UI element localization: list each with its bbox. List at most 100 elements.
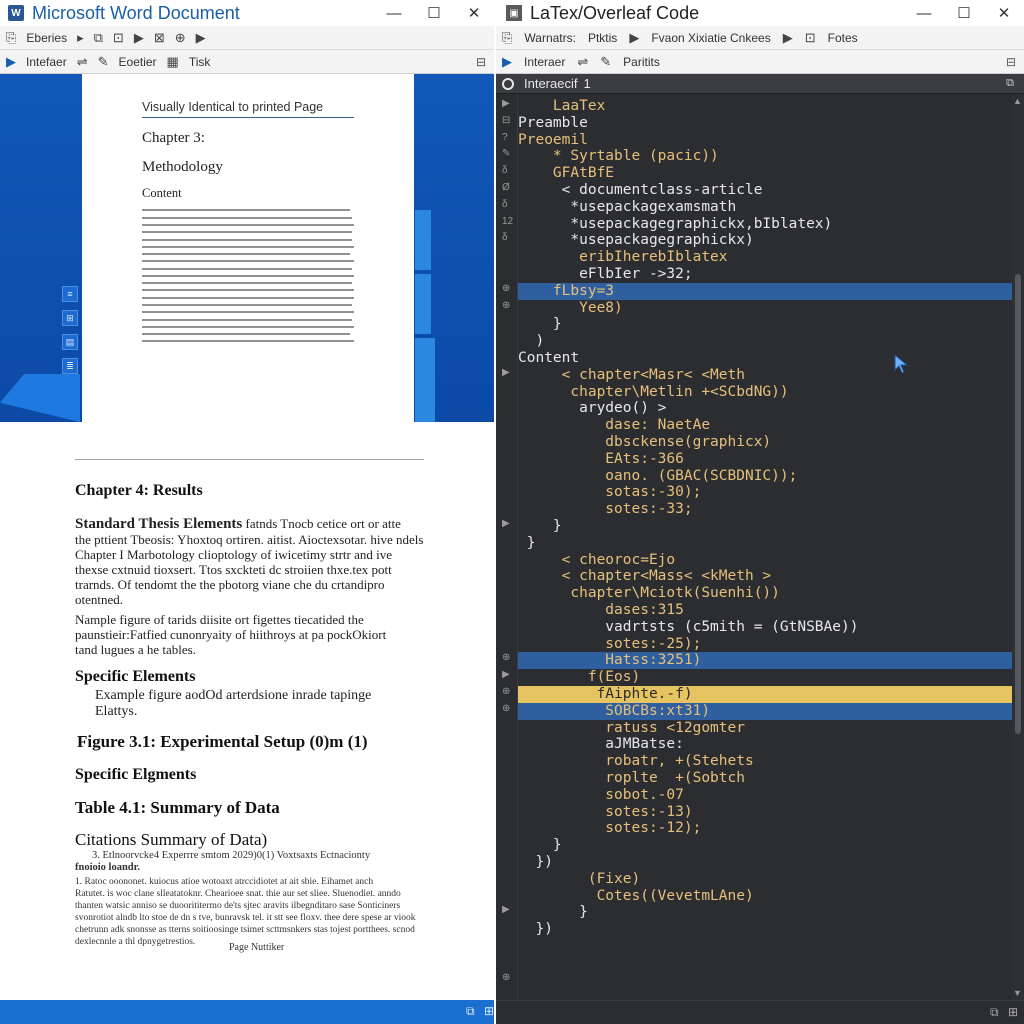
maximize-icon[interactable]: ☐ <box>944 0 984 26</box>
code-line[interactable]: fLbsy=3 <box>518 282 1012 300</box>
view-icon[interactable]: ⧉ <box>466 1004 475 1019</box>
run-icon[interactable]: ▶ <box>134 30 144 46</box>
document-icon[interactable]: ⎘ <box>6 30 16 46</box>
code-line[interactable]: eFlbIer ->32; <box>518 266 1012 283</box>
gutter-marker-icon[interactable]: δ <box>502 199 508 210</box>
code-line[interactable]: ) <box>518 333 1012 350</box>
play-icon[interactable]: ▶ <box>6 54 16 70</box>
code-line[interactable]: Cotes((VevetmLAne) <box>518 888 1012 905</box>
code-line[interactable]: }) <box>518 921 1012 938</box>
code-line[interactable]: < documentclass-article <box>518 182 1012 199</box>
nav-icon[interactable]: ≡ <box>62 286 78 302</box>
code-line[interactable]: Yee8) <box>518 300 1012 317</box>
code-line[interactable]: * Syrtable (pacic)) <box>518 148 1012 165</box>
document-icon[interactable]: ⎘ <box>502 30 512 46</box>
adjust-icon[interactable]: ⇌ <box>577 54 588 70</box>
code-line[interactable]: SOBCBs:xt31) <box>518 702 1012 720</box>
adjust-icon[interactable]: ⇌ <box>77 54 88 70</box>
code-line[interactable]: } <box>518 535 1012 552</box>
collapse-ribbon-icon[interactable]: ⊟ <box>1006 55 1016 69</box>
gutter-marker-icon[interactable]: ▶ <box>502 518 510 529</box>
word-toolbar2-label-3[interactable]: Tisk <box>189 55 211 69</box>
tab-label[interactable]: Interaecif <box>524 76 577 91</box>
gutter-marker-icon[interactable]: ⊕ <box>502 283 510 294</box>
code-line[interactable]: } <box>518 316 1012 333</box>
gutter-marker-icon[interactable]: ▶ <box>502 669 510 680</box>
code-line[interactable]: EAts:-366 <box>518 451 1012 468</box>
code-line[interactable]: chapter\Mciotk(Suenhi()) <box>518 585 1012 602</box>
code-line[interactable]: } <box>518 518 1012 535</box>
code-line[interactable]: (Fixe) <box>518 871 1012 888</box>
latex-toolbar-label-2[interactable]: Ptktis <box>588 31 617 45</box>
grid-icon[interactable]: ▦ <box>167 54 179 70</box>
globe-icon[interactable]: ⊕ <box>175 30 186 46</box>
code-line[interactable]: sobot.-07 <box>518 787 1012 804</box>
latex-toolbar-label-1[interactable]: Warnatrs: <box>524 31 576 45</box>
view-icon[interactable]: ⧉ <box>990 1005 999 1020</box>
close-icon[interactable]: ✕ <box>984 0 1024 26</box>
code-line[interactable]: Content <box>518 350 1012 367</box>
gutter-marker-icon[interactable]: ? <box>502 132 508 143</box>
code-line[interactable]: < cheoroc=Ejo <box>518 552 1012 569</box>
code-line[interactable]: robatr, +(Stehets <box>518 753 1012 770</box>
close-icon[interactable]: ✕ <box>454 0 494 26</box>
latex-toolbar2-label-2[interactable]: Paritits <box>623 55 660 69</box>
scroll-down-icon[interactable]: ▼ <box>1013 988 1022 998</box>
code-line[interactable]: } <box>518 837 1012 854</box>
minimize-icon[interactable]: — <box>374 0 414 26</box>
code-line[interactable]: sotes:-12); <box>518 820 1012 837</box>
code-line[interactable]: Preoemil <box>518 132 1012 149</box>
code-line[interactable]: *usepackagegraphickx,bIblatex) <box>518 216 1012 233</box>
vertical-scrollbar[interactable]: ▲ ▼ <box>1012 94 1024 1000</box>
play-icon[interactable]: ▶ <box>629 30 639 46</box>
expand-icon[interactable]: ⊞ <box>1008 1005 1018 1019</box>
gutter-marker-icon[interactable]: Ø <box>502 182 510 193</box>
code-line[interactable]: dases:315 <box>518 602 1012 619</box>
scrollbar-thumb[interactable] <box>1015 274 1021 734</box>
code-line[interactable]: } <box>518 904 1012 921</box>
code-line[interactable]: f(Eos) <box>518 669 1012 686</box>
maximize-icon[interactable]: ☐ <box>414 0 454 26</box>
code-line[interactable]: chapter\Metlin +<SCbdNG)) <box>518 384 1012 401</box>
copy-icon[interactable]: ⧉ <box>94 30 103 46</box>
next-icon[interactable]: ▶ <box>783 30 793 46</box>
code-line[interactable]: LaaTex <box>518 98 1012 115</box>
code-line[interactable]: vadrtsts (c5mith = (GtNSBAe)) <box>518 619 1012 636</box>
gutter-marker-icon[interactable]: 12 <box>502 216 513 227</box>
share-icon[interactable]: ⊠ <box>154 30 165 46</box>
gutter-marker-icon[interactable]: ⊕ <box>502 300 510 311</box>
word-toolbar2-label-2[interactable]: Eoetier <box>119 55 157 69</box>
gutter-marker-icon[interactable]: ▶ <box>502 904 510 915</box>
nav-icon[interactable]: ≣ <box>62 358 78 374</box>
code-line[interactable]: dbsckense(graphicx) <box>518 434 1012 451</box>
nav-icon[interactable]: ▤ <box>62 334 78 350</box>
code-line[interactable]: sotes:-25); <box>518 636 1012 653</box>
code-line[interactable]: < chapter<Masr< <Meth <box>518 367 1012 384</box>
edit-icon[interactable]: ✎ <box>98 54 109 70</box>
gutter-marker-icon[interactable]: δ <box>502 232 508 243</box>
expand-icon[interactable]: ⊞ <box>484 1004 494 1018</box>
gutter-marker-icon[interactable]: ⊕ <box>502 972 510 983</box>
code-line[interactable]: < chapter<Mass< <kMeth > <box>518 568 1012 585</box>
gutter-marker-icon[interactable]: ✎ <box>502 148 510 159</box>
code-line[interactable]: oano. (GBAC(SCBDNIC)); <box>518 468 1012 485</box>
code-line[interactable]: eribIherebIblatex <box>518 249 1012 266</box>
tab-close-icon[interactable]: 1 <box>583 76 590 91</box>
collapse-ribbon-icon[interactable]: ⊟ <box>476 55 486 69</box>
code-line[interactable]: aJMBatse: <box>518 736 1012 753</box>
gutter-marker-icon[interactable]: ⊕ <box>502 652 510 663</box>
maximize-pane-icon[interactable]: ⧉ <box>1006 77 1014 90</box>
notes-icon[interactable]: ⊡ <box>805 30 816 46</box>
code-line[interactable]: Hatss:3251) <box>518 652 1012 670</box>
next-icon[interactable]: ▶ <box>196 30 206 46</box>
gutter-marker-icon[interactable]: ▶ <box>502 367 510 378</box>
code-line[interactable]: ratuss <12gomter <box>518 720 1012 737</box>
gutter-marker-icon[interactable]: ⊕ <box>502 686 510 697</box>
nav-icon[interactable]: ⊞ <box>62 310 78 326</box>
code-line[interactable]: arydeo() > <box>518 400 1012 417</box>
code-line[interactable]: sotes:-13) <box>518 804 1012 821</box>
play-icon[interactable]: ▶ <box>502 54 512 70</box>
code-line[interactable]: sotes:-33; <box>518 501 1012 518</box>
edit-icon[interactable]: ✎ <box>600 54 611 70</box>
gutter-marker-icon[interactable]: ⊕ <box>502 703 510 714</box>
